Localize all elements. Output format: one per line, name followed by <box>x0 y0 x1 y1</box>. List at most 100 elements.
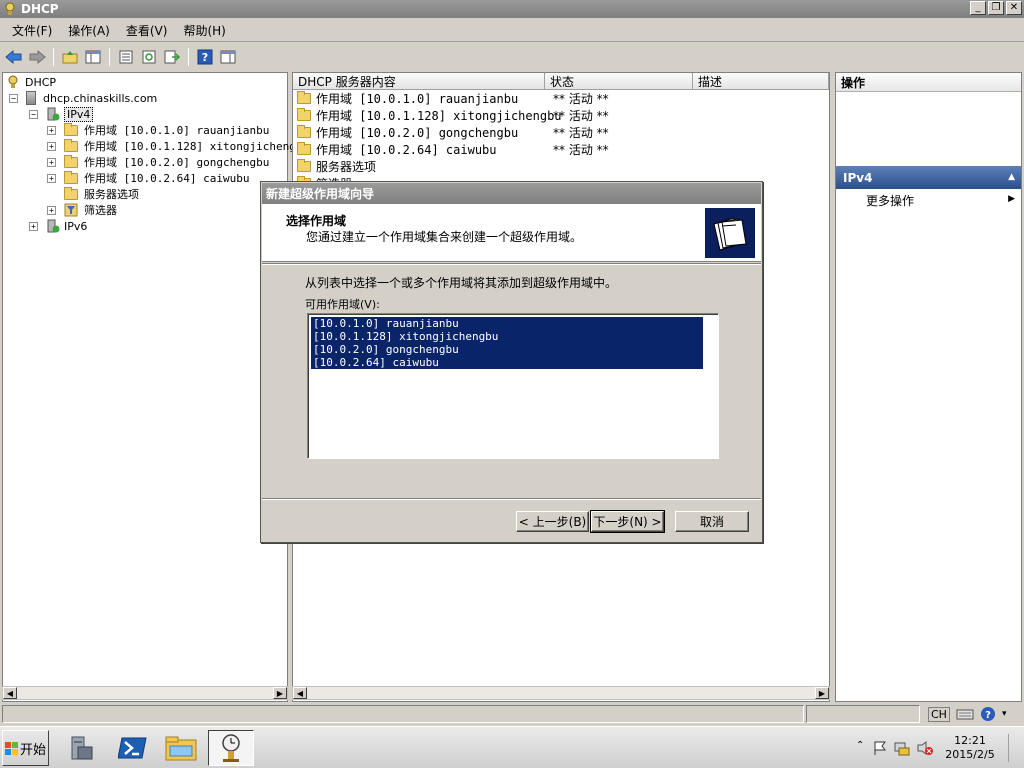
collapse-toggle[interactable]: − <box>9 93 18 103</box>
taskbar-server-manager[interactable] <box>60 730 102 766</box>
minimize-button[interactable]: _ <box>970 1 986 15</box>
up-one-level-button[interactable] <box>60 47 80 67</box>
folder-up-icon <box>62 51 78 64</box>
list-item[interactable]: 作用域 [10.0.2.0] gongchengbu ** 活动 ** <box>297 124 827 141</box>
refresh-button[interactable] <box>139 47 159 67</box>
scope-list-item[interactable]: [10.0.1.128] xitongjichengbu <box>311 330 703 343</box>
list-item-server-options[interactable]: 服务器选项 <box>297 158 376 175</box>
show-hidden-icons-icon[interactable]: ⌃ <box>856 740 864 751</box>
show-hide-action-pane-button[interactable] <box>218 47 238 67</box>
tree-node-server[interactable]: − dhcp.chinaskills.com <box>9 90 157 106</box>
tree-hscrollbar[interactable]: ◀ ▶ <box>2 686 288 700</box>
column-header-content[interactable]: DHCP 服务器内容 <box>293 73 545 90</box>
toolbar-separator <box>53 48 54 66</box>
scroll-left-arrow-icon[interactable]: ◀ <box>3 687 17 699</box>
tree-node-scope[interactable]: + 作用域 [10.0.1.0] rauanjianbu <box>47 122 269 138</box>
status-panel <box>806 705 920 723</box>
tree-node-scope[interactable]: + 作用域 [10.0.2.0] gongchengbu <box>47 154 269 170</box>
available-scopes-listbox[interactable]: [10.0.1.0] rauanjianbu [10.0.1.128] xito… <box>307 313 719 459</box>
expand-toggle[interactable]: + <box>47 157 56 167</box>
tree-node-ipv6[interactable]: + IPv6 <box>29 218 87 234</box>
list-item[interactable]: 作用域 [10.0.1.128] xitongjichengbu ** 活动 *… <box>297 107 827 124</box>
collapse-up-icon[interactable]: ▲ <box>1008 172 1015 182</box>
dialog-title: 新建超级作用域向导 <box>262 183 761 204</box>
tree-node-filters[interactable]: + 筛选器 <box>47 202 117 218</box>
back-step-button[interactable]: < 上一步(B) <box>516 511 589 532</box>
tree-node-server-options[interactable]: 服务器选项 <box>64 186 139 202</box>
menu-help[interactable]: 帮助(H) <box>175 22 233 39</box>
action-center-flag-icon[interactable] <box>872 740 888 756</box>
tree-label: dhcp.chinaskills.com <box>43 91 158 105</box>
forward-button[interactable] <box>27 47 47 67</box>
svg-text:?: ? <box>202 51 208 64</box>
folder-icon <box>297 125 311 138</box>
ime-indicator[interactable]: CH <box>928 706 950 722</box>
taskbar-dhcp[interactable] <box>208 730 254 766</box>
expand-toggle[interactable]: + <box>29 221 38 231</box>
list-hscrollbar[interactable]: ◀ ▶ <box>292 686 830 700</box>
menu-file[interactable]: 文件(F) <box>4 22 60 39</box>
scroll-right-arrow-icon[interactable]: ▶ <box>815 687 829 699</box>
show-desktop-button[interactable] <box>1008 734 1022 762</box>
next-step-button[interactable]: 下一步(N) > <box>590 510 665 533</box>
taskbar-explorer[interactable] <box>160 730 202 766</box>
options-arrow-icon[interactable]: ▾ <box>1002 709 1007 719</box>
clock[interactable]: 12:21 2015/2/5 <box>940 734 1000 762</box>
scroll-right-arrow-icon[interactable]: ▶ <box>273 687 287 699</box>
expand-toggle[interactable]: + <box>47 205 56 215</box>
expand-toggle[interactable]: + <box>47 141 56 151</box>
network-icon[interactable] <box>894 740 910 756</box>
properties-button[interactable] <box>116 47 136 67</box>
taskbar-powershell[interactable] <box>112 730 154 766</box>
list-item-status: ** 活动 ** <box>553 126 609 140</box>
wizard-folders-icon <box>705 208 755 258</box>
scroll-left-arrow-icon[interactable]: ◀ <box>293 687 307 699</box>
action-section-ipv4[interactable]: IPv4 ▲ <box>836 166 1021 189</box>
taskbar: 开始 ⌃ 12:21 2015/2/5 <box>0 726 1024 768</box>
back-button[interactable] <box>4 47 24 67</box>
tree-label: 筛选器 <box>84 204 117 217</box>
language-bar: CH ? ▾ <box>924 704 1024 724</box>
show-hide-console-tree-button[interactable] <box>83 47 103 67</box>
cancel-button[interactable]: 取消 <box>675 511 749 532</box>
export-list-button[interactable] <box>162 47 182 67</box>
scope-list-item[interactable]: [10.0.1.0] rauanjianbu <box>311 317 703 330</box>
server-icon <box>26 91 36 105</box>
new-superscope-wizard-dialog: 新建超级作用域向导 选择作用域 您通过建立一个作用域集合来创建一个超级作用域。 … <box>260 181 763 543</box>
column-header-description[interactable]: 描述 <box>693 73 829 90</box>
scope-list-item[interactable]: [10.0.2.64] caiwubu <box>311 356 703 369</box>
action-pane-title: 操作 <box>836 73 1021 92</box>
dialog-header: 选择作用域 您通过建立一个作用域集合来创建一个超级作用域。 <box>262 204 761 262</box>
collapse-toggle[interactable]: − <box>29 109 38 119</box>
list-item-status: ** 活动 ** <box>553 92 609 106</box>
close-button[interactable]: ✕ <box>1006 1 1022 15</box>
keyboard-icon[interactable] <box>956 707 974 721</box>
list-item[interactable]: 作用域 [10.0.1.0] rauanjianbu ** 活动 ** <box>297 90 827 107</box>
volume-muted-icon[interactable] <box>916 740 934 756</box>
refresh-icon <box>142 50 156 64</box>
list-item-name: 作用域 [10.0.2.64] caiwubu <box>316 143 497 157</box>
list-item[interactable]: 作用域 [10.0.2.64] caiwubu ** 活动 ** <box>297 141 827 158</box>
menu-view[interactable]: 查看(V) <box>118 22 176 39</box>
tree-node-scope[interactable]: + 作用域 [10.0.1.128] xitongjichengb <box>47 138 302 154</box>
tree-node-ipv4[interactable]: − IPv4 <box>29 106 94 122</box>
start-button[interactable]: 开始 <box>2 730 49 766</box>
column-header-status[interactable]: 状态 <box>545 73 693 90</box>
folder-icon <box>297 91 311 104</box>
tree-node-scope[interactable]: + 作用域 [10.0.2.64] caiwubu <box>47 170 249 186</box>
help-icon[interactable]: ? <box>980 706 996 722</box>
help-button[interactable]: ? <box>195 47 215 67</box>
more-actions-item[interactable]: 更多操作 <box>866 192 914 209</box>
action-pane-icon <box>220 50 236 64</box>
scope-list-item[interactable]: [10.0.2.0] gongchengbu <box>311 343 703 356</box>
menu-action[interactable]: 操作(A) <box>60 22 118 39</box>
status-panel <box>2 705 804 723</box>
restore-button[interactable]: ❐ <box>988 1 1004 15</box>
folder-icon <box>64 154 78 168</box>
tree-node-dhcp[interactable]: DHCP <box>5 74 56 90</box>
expand-toggle[interactable]: + <box>47 125 56 135</box>
filter-icon <box>64 203 78 217</box>
console-tree: DHCP − dhcp.chinaskills.com − IPv4 + 作用域… <box>2 72 302 702</box>
help-icon: ? <box>197 49 213 65</box>
expand-toggle[interactable]: + <box>47 173 56 183</box>
